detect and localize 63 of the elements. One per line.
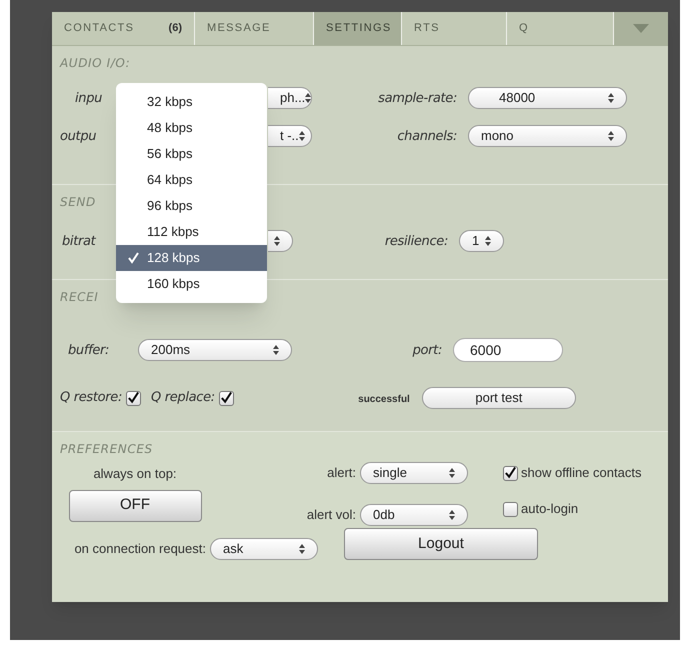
port-test-button[interactable]: port test	[422, 387, 576, 409]
select-dropdown[interactable]: mono	[468, 125, 627, 147]
up-down-arrows-icon	[608, 93, 614, 103]
field-label: inpu	[75, 91, 102, 106]
field-label: channels:	[397, 129, 457, 144]
up-down-arrows-icon	[274, 236, 280, 246]
up-down-arrows-icon	[273, 345, 279, 355]
field-label: resilience:	[384, 234, 448, 249]
up-down-arrows-icon	[608, 131, 614, 141]
checkmark-icon	[128, 252, 139, 264]
port-input-field[interactable]: 6000	[453, 338, 563, 362]
field-label: alert vol:	[306, 506, 356, 524]
checkbox[interactable]	[503, 502, 518, 516]
field-label: port:	[412, 343, 442, 358]
field-label: buffer:	[68, 343, 110, 358]
menu-item[interactable]: 128 kbps	[116, 245, 267, 271]
up-down-arrows-icon	[449, 510, 455, 520]
select-dropdown[interactable]: ask	[210, 538, 318, 560]
field-label: sample-rate:	[378, 91, 457, 106]
select-dropdown[interactable]: ph...	[268, 87, 312, 109]
off-button[interactable]: OFF	[68, 490, 202, 522]
field-label: bitrat	[62, 234, 96, 249]
field-label: on connection request:	[74, 540, 206, 558]
menu-item[interactable]: 112 kbps	[116, 219, 267, 245]
menu-item[interactable]: 56 kbps	[116, 141, 267, 167]
up-down-arrows-icon	[305, 93, 312, 103]
menu-item[interactable]: 160 kbps	[116, 271, 267, 297]
section-title: AUDIO I/O:	[60, 56, 130, 70]
up-down-arrows-icon	[299, 544, 305, 554]
menu-item[interactable]: 48 kbps	[116, 115, 267, 141]
tab[interactable]: CONTACTS (6)	[52, 12, 195, 45]
section-title: RECEI	[60, 290, 98, 304]
checkbox[interactable]	[503, 466, 518, 480]
logout-button[interactable]: Logout	[344, 528, 538, 560]
menu-item[interactable]: 64 kbps	[116, 167, 267, 193]
up-down-arrows-icon	[298, 131, 305, 141]
up-down-arrows-icon	[485, 236, 491, 246]
menu-item[interactable]: 32 kbps	[116, 89, 267, 115]
select-dropdown[interactable]: 200ms	[138, 339, 292, 361]
field-label: Q replace:	[151, 389, 215, 408]
field-label: alert:	[327, 464, 356, 482]
up-down-arrows-icon	[449, 468, 455, 478]
tab-count: (6)	[168, 21, 182, 36]
select-dropdown[interactable]: 0db	[360, 504, 468, 526]
select-dropdown[interactable]: t -..	[268, 125, 312, 147]
triangle-down-icon	[633, 24, 649, 33]
checkbox-label: show offline contacts	[521, 464, 642, 482]
checkbox[interactable]	[126, 390, 142, 406]
select-dropdown[interactable]: 48000	[468, 87, 627, 109]
field-label: Q restore:	[60, 389, 122, 408]
field-label: outpu	[60, 129, 96, 144]
select-dropdown[interactable]: single	[360, 462, 468, 484]
tab[interactable]: SETTINGS	[314, 12, 402, 45]
tab[interactable]: RTS	[402, 12, 507, 45]
select-dropdown[interactable]: 1	[459, 230, 504, 252]
section-title: PREFERENCES	[60, 442, 153, 456]
menu-item[interactable]: 96 kbps	[116, 193, 267, 219]
select-dropdown[interactable]	[268, 230, 293, 252]
section-title: SEND	[60, 195, 96, 209]
checkbox-label: auto-login	[521, 500, 578, 518]
field-label: always on top:	[93, 465, 177, 483]
checkbox[interactable]	[218, 390, 234, 406]
status-text: successful	[358, 394, 410, 405]
